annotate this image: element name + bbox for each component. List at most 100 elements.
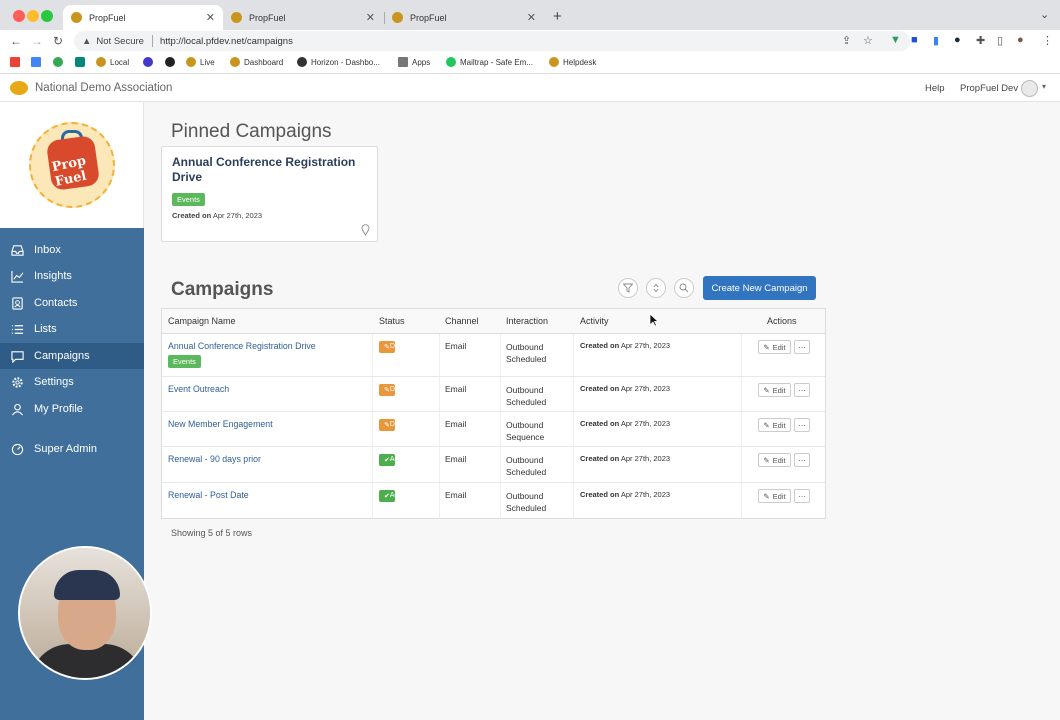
vue-extension-icon[interactable]: ▼ bbox=[890, 34, 901, 46]
bookmark-helpdesk[interactable]: Helpdesk bbox=[549, 57, 596, 67]
table-row[interactable]: Annual Conference Registration Drive Eve… bbox=[162, 334, 825, 377]
edit-button[interactable]: ✎ Edit bbox=[758, 340, 791, 354]
column-header-status[interactable]: Status bbox=[379, 316, 405, 326]
back-arrow-icon[interactable]: ← bbox=[10, 34, 22, 48]
campaigns-table: Campaign Name Status Channel Interaction… bbox=[161, 308, 826, 519]
user-avatar-icon[interactable] bbox=[1021, 80, 1038, 97]
pinned-campaign-title[interactable]: Annual Conference Registration Drive bbox=[172, 155, 372, 185]
edit-button[interactable]: ✎ Edit bbox=[758, 453, 791, 467]
search-button[interactable] bbox=[674, 278, 694, 298]
table-row[interactable]: Renewal - Post Date ✔ Active Email Outbo… bbox=[162, 483, 825, 518]
sort-button[interactable] bbox=[646, 278, 666, 298]
user-menu-name[interactable]: PropFuel Dev bbox=[960, 83, 1018, 94]
table-row[interactable]: Event Outreach ✎ Draft Email Outbound Sch… bbox=[162, 377, 825, 412]
column-header-campaign-name[interactable]: Campaign Name bbox=[168, 316, 236, 326]
share-icon[interactable]: ⇪ bbox=[842, 34, 851, 47]
browser-tab-3[interactable]: PropFuel ✕ bbox=[384, 5, 544, 30]
calendar-bookmark[interactable] bbox=[31, 57, 45, 67]
create-new-campaign-button[interactable]: Create New Campaign bbox=[703, 276, 816, 300]
help-link[interactable]: Help bbox=[925, 83, 945, 94]
extension-icon[interactable]: ▮ bbox=[933, 34, 939, 47]
user-icon bbox=[10, 402, 24, 416]
more-options-button[interactable]: ··· bbox=[794, 383, 810, 397]
campaign-name-link[interactable]: Event Outreach bbox=[168, 384, 229, 394]
extension-badge-icon[interactable]: ● bbox=[954, 34, 961, 46]
bookmark-dashboard[interactable]: Dashboard bbox=[230, 57, 283, 67]
sort-icon bbox=[653, 283, 659, 293]
more-options-button[interactable]: ··· bbox=[794, 340, 810, 354]
extension-bookmark[interactable] bbox=[143, 57, 157, 67]
sidebar-item-contacts[interactable]: Contacts bbox=[0, 290, 144, 316]
gear-icon bbox=[10, 375, 24, 389]
organization-name[interactable]: National Demo Association bbox=[35, 82, 172, 94]
profile-avatar-icon[interactable]: ● bbox=[1017, 34, 1024, 46]
propfuel-logo[interactable]: Prop Fuel bbox=[29, 122, 115, 208]
interaction-text: Outbound Scheduled bbox=[506, 491, 547, 513]
table-row[interactable]: Renewal - 90 days prior ✔ Active Email O… bbox=[162, 447, 825, 483]
puzzle-extensions-icon[interactable]: ✚ bbox=[976, 34, 985, 47]
interaction-text: Outbound Scheduled bbox=[506, 455, 547, 477]
tab-close-icon[interactable]: ✕ bbox=[366, 11, 375, 24]
filter-button[interactable] bbox=[618, 278, 638, 298]
campaign-name-link[interactable]: New Member Engagement bbox=[168, 419, 273, 429]
more-options-button[interactable]: ··· bbox=[794, 489, 810, 503]
url-text[interactable]: http://local.pfdev.net/campaigns bbox=[160, 36, 293, 47]
channel-text: Email bbox=[445, 384, 467, 394]
sidebar-item-super-admin[interactable]: Super Admin bbox=[0, 436, 144, 462]
bookmark-apps[interactable]: Apps bbox=[398, 57, 430, 67]
interaction-text: Outbound Sequence bbox=[506, 420, 545, 442]
sidebar-item-label: Settings bbox=[34, 376, 74, 388]
drive-bookmark[interactable] bbox=[53, 57, 67, 67]
interaction-text: Outbound Scheduled bbox=[506, 385, 547, 407]
new-tab-button[interactable]: + bbox=[553, 8, 562, 25]
more-options-button[interactable]: ··· bbox=[794, 453, 810, 467]
tab-close-icon[interactable]: ✕ bbox=[527, 11, 536, 24]
forward-arrow-icon[interactable]: → bbox=[31, 34, 43, 48]
campaign-name-link[interactable]: Annual Conference Registration Drive bbox=[168, 341, 316, 351]
bookmark-mailtrap[interactable]: Mailtrap - Safe Em... bbox=[446, 57, 533, 67]
sidebar-item-my-profile[interactable]: My Profile bbox=[0, 396, 144, 422]
bookmark-local[interactable]: Local bbox=[96, 57, 129, 67]
edit-button[interactable]: ✎ Edit bbox=[758, 383, 791, 397]
pin-icon[interactable] bbox=[361, 224, 370, 236]
sidebar-item-settings[interactable]: Settings bbox=[0, 369, 144, 395]
gmail-bookmark[interactable] bbox=[10, 57, 24, 67]
campaign-name-link[interactable]: Renewal - Post Date bbox=[168, 490, 249, 500]
propfuel-logo-icon[interactable] bbox=[10, 81, 28, 95]
browser-tab-2[interactable]: PropFuel ✕ bbox=[223, 5, 383, 30]
edit-button[interactable]: ✎ Edit bbox=[758, 418, 791, 432]
minimize-window-button[interactable] bbox=[27, 10, 39, 22]
column-header-interaction[interactable]: Interaction bbox=[506, 316, 548, 326]
address-bar[interactable]: ▲ Not Secure http://local.pfdev.net/camp… bbox=[74, 31, 910, 51]
maximize-window-button[interactable] bbox=[41, 10, 53, 22]
chevron-down-icon[interactable]: ▾ bbox=[1042, 82, 1046, 91]
side-panel-icon[interactable]: ▯ bbox=[997, 34, 1003, 47]
meet-bookmark[interactable] bbox=[75, 57, 89, 67]
sidebar-item-label: My Profile bbox=[34, 403, 83, 415]
tab-search-chevron-icon[interactable]: ⌄ bbox=[1040, 8, 1049, 21]
tab-close-icon[interactable]: ✕ bbox=[206, 11, 215, 24]
more-options-button[interactable]: ··· bbox=[794, 418, 810, 432]
edit-button[interactable]: ✎ Edit bbox=[758, 489, 791, 503]
sidebar-logo-area: Prop Fuel bbox=[0, 102, 144, 228]
github-bookmark[interactable] bbox=[165, 57, 179, 67]
reload-icon[interactable]: ↻ bbox=[53, 34, 63, 48]
column-header-channel[interactable]: Channel bbox=[445, 316, 479, 326]
bookmark-star-icon[interactable]: ☆ bbox=[863, 34, 873, 47]
bookmark-live[interactable]: Live bbox=[186, 57, 215, 67]
column-header-activity[interactable]: Activity bbox=[580, 316, 609, 326]
bitwarden-extension-icon[interactable]: ■ bbox=[911, 34, 918, 46]
menu-dots-icon[interactable]: ⋮ bbox=[1042, 34, 1053, 47]
sidebar-item-campaigns[interactable]: Campaigns bbox=[0, 343, 144, 369]
browser-tab-1[interactable]: PropFuel ✕ bbox=[63, 5, 223, 30]
campaign-name-link[interactable]: Renewal - 90 days prior bbox=[168, 454, 261, 464]
sidebar-item-lists[interactable]: Lists bbox=[0, 316, 144, 342]
table-row[interactable]: New Member Engagement ✎ Draft Email Outb… bbox=[162, 412, 825, 447]
close-window-button[interactable] bbox=[13, 10, 25, 22]
sidebar-item-inbox[interactable]: Inbox bbox=[0, 237, 144, 263]
pinned-campaign-card[interactable]: Annual Conference Registration Drive Eve… bbox=[161, 146, 378, 242]
bookmark-horizon[interactable]: Horizon - Dashbo... bbox=[297, 57, 380, 67]
sidebar-item-insights[interactable]: Insights bbox=[0, 263, 144, 289]
tab-title: PropFuel bbox=[249, 12, 286, 23]
browser-toolbar: ← → ↻ ▲ Not Secure http://local.pfdev.ne… bbox=[0, 30, 1060, 52]
